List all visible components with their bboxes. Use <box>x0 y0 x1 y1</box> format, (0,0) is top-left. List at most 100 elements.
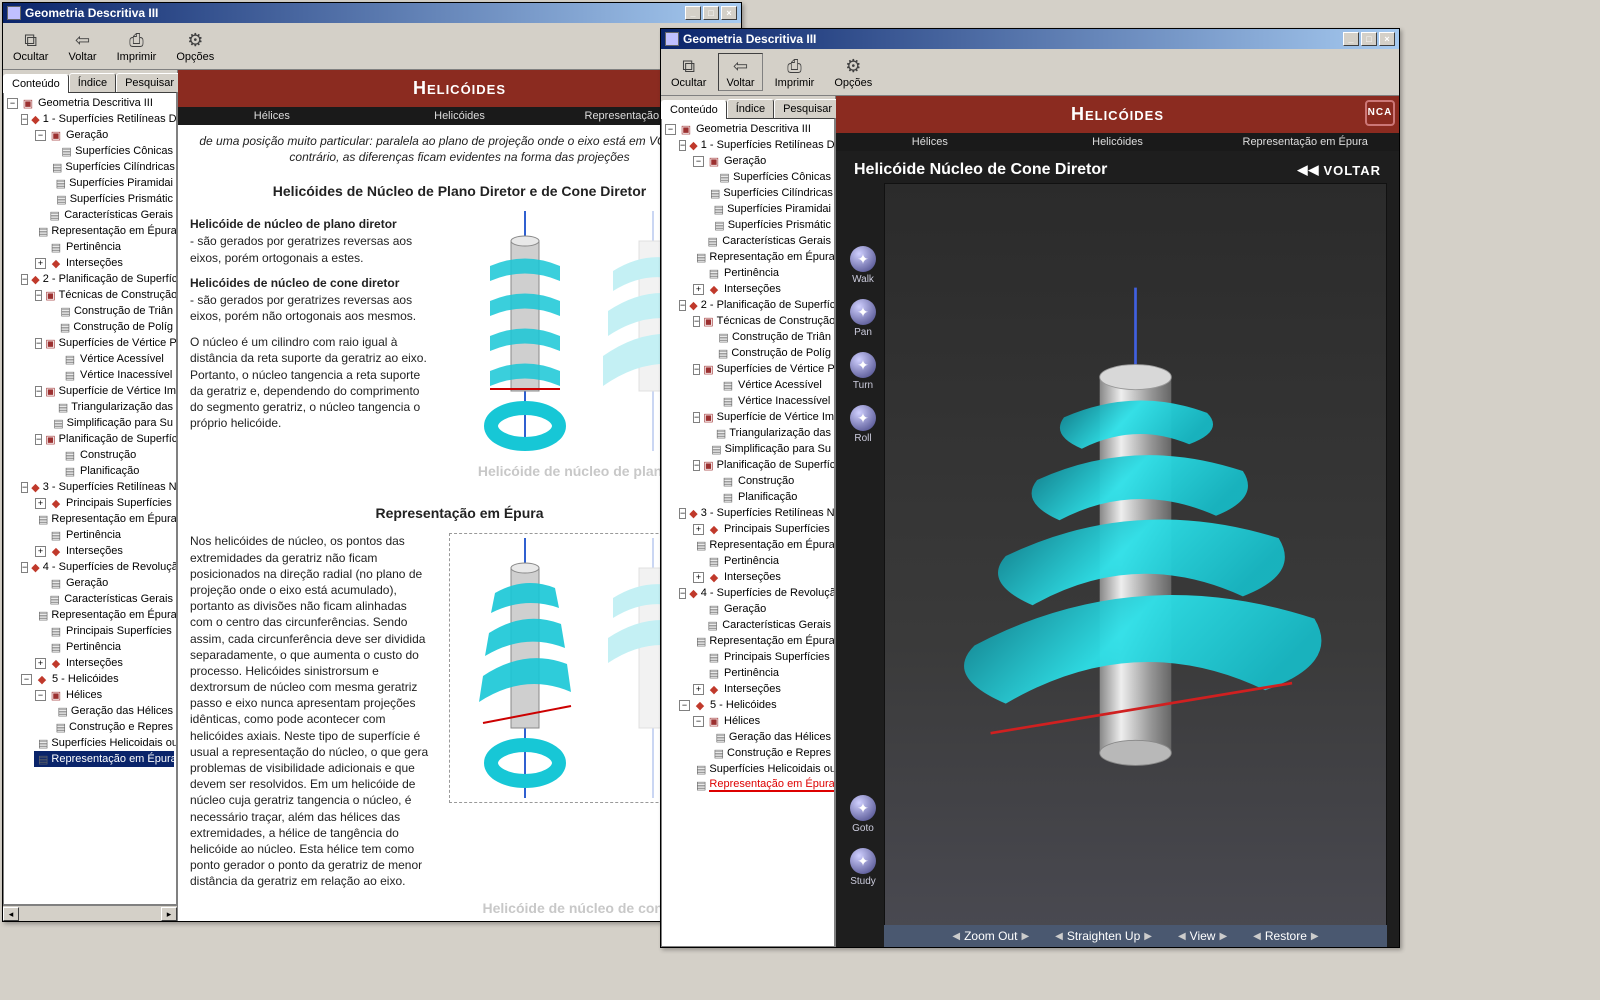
tree-node[interactable]: −◆4 - Superfícies de Revolução <box>20 559 174 575</box>
tab-search[interactable]: Pesquisar <box>774 99 841 118</box>
tree-node[interactable]: −▣Superfícies de Vértice Pr <box>34 335 174 351</box>
print-button[interactable]: ⎙Imprimir <box>109 27 165 65</box>
tree-node[interactable]: −▣Planificação de Superfícies <box>34 431 174 447</box>
tree-node[interactable]: ▤Características Gerais <box>34 591 174 607</box>
tree-node[interactable]: ▤Representação em Épura <box>34 607 174 623</box>
collapse-icon[interactable]: − <box>21 114 28 125</box>
tree-node[interactable]: ▤Construção de Triân <box>48 303 174 319</box>
tree-node[interactable]: ▤Representação em Épura <box>692 537 832 553</box>
tree-node[interactable]: ▤Planificação <box>706 489 832 505</box>
tree-node[interactable]: −▣Hélices <box>692 713 832 729</box>
collapse-icon[interactable]: − <box>665 124 676 135</box>
scroll-right-button[interactable]: ▸ <box>161 907 177 921</box>
collapse-icon[interactable]: − <box>21 274 28 285</box>
tree-node[interactable]: ▤Representação em Épura <box>692 777 832 793</box>
tree-node[interactable]: ▤Superfícies Cônicas <box>48 143 174 159</box>
tree-node[interactable]: ▤Pertinência <box>34 239 174 255</box>
tree-node[interactable]: −◆1 - Superfícies Retilíneas Dese <box>678 137 832 153</box>
expand-icon[interactable]: + <box>35 658 46 669</box>
tree-node[interactable]: ▤Geração das Hélices <box>706 729 832 745</box>
expand-icon[interactable]: + <box>693 572 704 583</box>
tree-node[interactable]: −▣Superfície de Vértice Imp <box>692 409 832 425</box>
expand-icon[interactable]: + <box>35 546 46 557</box>
tree-node[interactable]: ▤Superfícies Helicoidais ou <box>692 761 832 777</box>
tree-node[interactable]: −◆5 - Helicóides <box>20 671 174 687</box>
collapse-icon[interactable]: − <box>21 562 28 573</box>
minimize-button[interactable]: _ <box>1343 32 1359 46</box>
tree-node[interactable]: −▣Superfície de Vértice Imp <box>34 383 174 399</box>
options-button[interactable]: ⚙Opções <box>168 27 222 65</box>
tree-node[interactable]: −◆5 - Helicóides <box>678 697 832 713</box>
collapse-icon[interactable]: − <box>35 338 42 349</box>
tree-node[interactable]: ▤Geração <box>34 575 174 591</box>
tree-node[interactable]: ▤Características Gerais <box>692 233 832 249</box>
collapse-icon[interactable]: − <box>679 700 690 711</box>
scroll-left-button[interactable]: ◂ <box>3 907 19 921</box>
tree-node[interactable]: ▤Representação em Épura <box>34 751 174 767</box>
close-button[interactable]: × <box>1379 32 1395 46</box>
viewer-3d-canvas[interactable] <box>884 183 1387 947</box>
horizontal-scrollbar[interactable]: ◂ ▸ <box>3 905 177 921</box>
tree-pane[interactable]: −▣Geometria Descritiva III−◆1 - Superfíc… <box>3 92 177 905</box>
tree-node[interactable]: ▤Triangularização das <box>48 399 174 415</box>
subnav-epura[interactable]: Representação em Épura <box>1211 133 1399 151</box>
tree-pane[interactable]: −▣Geometria Descritiva III−◆1 - Superfíc… <box>661 118 835 947</box>
tree-node[interactable]: ▤Vértice Inacessível <box>706 393 832 409</box>
back-button[interactable]: ⇦Voltar <box>60 27 104 65</box>
tree-node[interactable]: −▣Geração <box>34 127 174 143</box>
close-button[interactable]: × <box>721 6 737 20</box>
tree-node[interactable]: ▤Principais Superfícies <box>34 623 174 639</box>
viewer-bottom-restore[interactable]: ◀Restore▶ <box>1249 929 1322 943</box>
tree-node[interactable]: ▤Vértice Acessível <box>48 351 174 367</box>
tree-node[interactable]: −▣Superfícies de Vértice Pr <box>692 361 832 377</box>
expand-icon[interactable]: + <box>35 498 46 509</box>
tree-node[interactable]: −▣Técnicas de Construção e <box>692 313 832 329</box>
tree-node[interactable]: −▣Geometria Descritiva III <box>664 121 832 137</box>
tree-node[interactable]: ▤Simplificação para Su <box>48 415 174 431</box>
tree-node[interactable]: ▤Construção e Repres <box>48 719 174 735</box>
tree-node[interactable]: ▤Pertinência <box>34 527 174 543</box>
tree-node[interactable]: ▤Construção <box>48 447 174 463</box>
tree-node[interactable]: −▣Geração <box>692 153 832 169</box>
tree-node[interactable]: −◆2 - Planificação de Superfícies <box>20 271 174 287</box>
collapse-icon[interactable]: − <box>679 140 686 151</box>
collapse-icon[interactable]: − <box>693 364 700 375</box>
collapse-icon[interactable]: − <box>679 508 686 519</box>
viewer-tool-study[interactable]: ✦Study <box>846 848 880 887</box>
tree-node[interactable]: ▤Vértice Inacessível <box>48 367 174 383</box>
tree-node[interactable]: ▤Pertinência <box>692 665 832 681</box>
collapse-icon[interactable]: − <box>679 300 686 311</box>
tree-node[interactable]: ▤Vértice Acessível <box>706 377 832 393</box>
tree-node[interactable]: −◆3 - Superfícies Retilíneas Não <box>678 505 832 521</box>
minimize-button[interactable]: _ <box>685 6 701 20</box>
print-button[interactable]: ⎙Imprimir <box>767 53 823 91</box>
tree-node[interactable]: ▤Representação em Épura <box>692 633 832 649</box>
tree-node[interactable]: ▤Superfícies Cilíndricas <box>706 185 832 201</box>
tree-node[interactable]: ▤Construção de Políg <box>706 345 832 361</box>
tree-node[interactable]: −◆4 - Superfícies de Revolução <box>678 585 832 601</box>
viewer-tool-roll[interactable]: ✦Roll <box>846 405 880 444</box>
options-button[interactable]: ⚙Opções <box>826 53 880 91</box>
subnav-helicoides[interactable]: Helicóides <box>366 107 554 125</box>
collapse-icon[interactable]: − <box>693 316 700 327</box>
tree-node[interactable]: +◆Interseções <box>34 543 174 559</box>
tree-node[interactable]: ▤Representação em Épura <box>692 249 832 265</box>
tree-node[interactable]: ▤Superfícies Prismátic <box>706 217 832 233</box>
tree-node[interactable]: ▤Pertinência <box>692 553 832 569</box>
tree-node[interactable]: ▤Construção de Políg <box>48 319 174 335</box>
tree-node[interactable]: ▤Superfícies Helicoidais ou <box>34 735 174 751</box>
collapse-icon[interactable]: − <box>35 434 42 445</box>
collapse-icon[interactable]: − <box>693 156 704 167</box>
maximize-button[interactable]: □ <box>1361 32 1377 46</box>
back-button[interactable]: ⇦Voltar <box>718 53 762 91</box>
expand-icon[interactable]: + <box>35 258 46 269</box>
collapse-icon[interactable]: − <box>35 290 42 301</box>
tree-node[interactable]: ▤Superfícies Cilíndricas <box>48 159 174 175</box>
tree-node[interactable]: −▣Hélices <box>34 687 174 703</box>
collapse-icon[interactable]: − <box>35 690 46 701</box>
tree-node[interactable]: ▤Pertinência <box>692 265 832 281</box>
collapse-icon[interactable]: − <box>35 386 42 397</box>
tree-node[interactable]: −▣Planificação de Superfícies <box>692 457 832 473</box>
tree-node[interactable]: −◆3 - Superfícies Retilíneas Não <box>20 479 174 495</box>
tree-node[interactable]: ▤Construção <box>706 473 832 489</box>
